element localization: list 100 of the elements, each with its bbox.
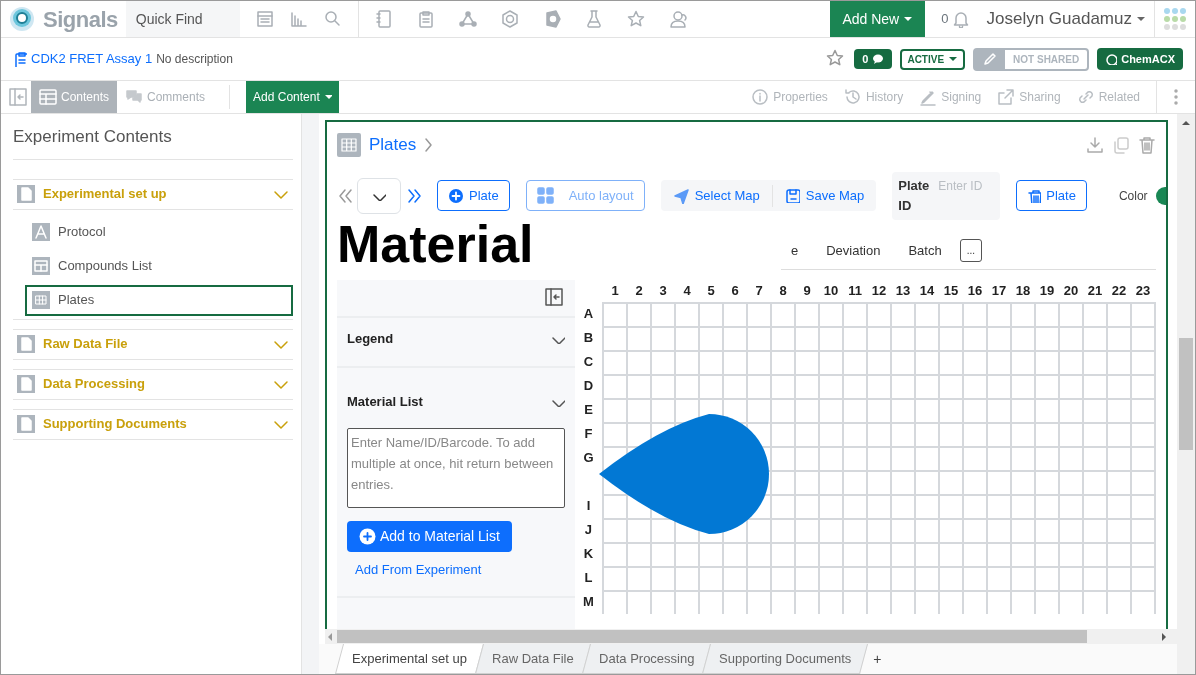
column-label: 18 [1014, 281, 1032, 300]
chevron-right-icon [424, 136, 434, 153]
apps-grid-icon[interactable] [1163, 7, 1187, 31]
add-plate-button[interactable]: Plate [437, 179, 510, 212]
plate-id-label: Plate ID [898, 176, 931, 215]
document-icon [17, 185, 35, 203]
hexagon-icon[interactable] [500, 10, 519, 28]
sidebar-item[interactable]: Compounds List [25, 250, 293, 282]
add-new-button[interactable]: Add New [830, 1, 926, 37]
dashboard-icon[interactable] [255, 10, 274, 28]
document-icon [17, 415, 35, 433]
quick-find-field[interactable]: Quick Find [125, 1, 240, 37]
sidebar-item[interactable]: Protocol [25, 216, 293, 248]
section-header[interactable]: Raw Data File [13, 329, 293, 359]
share-icon [997, 88, 1016, 106]
plate-dropdown[interactable] [357, 177, 401, 214]
search-icon[interactable] [323, 10, 342, 28]
column-label: 9 [802, 281, 812, 300]
panel-toggle-icon[interactable] [9, 88, 27, 106]
material-input[interactable]: Enter Name/ID/Barcode. To add multiple at once, hit return between entries. [347, 427, 565, 508]
plus-circle-icon [359, 528, 376, 545]
info-icon [751, 88, 770, 106]
four-squares-icon [536, 187, 554, 204]
scroll-up-icon[interactable] [1181, 118, 1191, 128]
more-tabs-button[interactable]: ... [959, 239, 983, 263]
user-menu[interactable]: Joselyn Guadamuz [986, 1, 1154, 37]
well-grid[interactable] [601, 301, 1156, 614]
accordion-title: Legend [347, 329, 394, 348]
logo-text: Signals [43, 5, 118, 34]
download-icon[interactable] [1086, 135, 1104, 154]
row-label: A [582, 304, 595, 323]
trash-icon[interactable] [1138, 135, 1156, 154]
row-label: C [582, 352, 595, 371]
column-label: 7 [754, 281, 764, 300]
plate-tab[interactable]: Batch [898, 237, 952, 265]
save-map-button[interactable]: Save Map [772, 179, 877, 212]
bell-icon[interactable] [952, 10, 971, 28]
history-icon [843, 88, 862, 106]
column-label: 19 [1038, 281, 1056, 300]
select-map-button[interactable]: Select Map [660, 179, 772, 212]
row-label: F [583, 424, 594, 443]
flask-icon[interactable] [584, 10, 603, 28]
column-label: 5 [706, 281, 716, 300]
bar-chart-icon[interactable] [289, 10, 308, 28]
copy-icon[interactable] [1112, 135, 1130, 154]
section-title: Experimental set up [43, 185, 168, 204]
add-to-material-list-button[interactable]: Add to Material List [347, 521, 512, 552]
delete-plate-button[interactable]: Plate [1016, 179, 1087, 212]
sheet-tab[interactable]: Supporting Documents [701, 644, 869, 674]
accordion-header[interactable]: Legend [347, 317, 565, 360]
star-icon[interactable] [626, 10, 645, 28]
double-chevron-left-icon[interactable] [337, 187, 353, 204]
column-label: 6 [730, 281, 740, 300]
item-label: Protocol [58, 223, 106, 242]
section-header[interactable]: Data Processing [13, 369, 293, 399]
plate-tab[interactable]: Deviation [816, 237, 891, 265]
scrollbar-thumb[interactable] [1179, 338, 1193, 450]
users-icon[interactable] [668, 10, 687, 28]
plates-title[interactable]: Plates [369, 132, 417, 158]
plate-id-input[interactable]: Enter ID [938, 175, 995, 196]
row-label: J [583, 520, 594, 539]
sheet-tab[interactable]: Raw Data File [474, 644, 591, 674]
section-title: Data Processing [43, 375, 146, 394]
scroll-right-icon[interactable] [1159, 631, 1169, 642]
grid-icon [32, 291, 50, 309]
section-header[interactable]: Experimental set up [13, 179, 293, 209]
notebook-icon[interactable] [374, 10, 393, 28]
comments-button[interactable]: 0 [854, 48, 893, 70]
notification-count: 0 [941, 10, 949, 29]
scrollbar-thumb[interactable] [337, 630, 1087, 643]
status-dropdown[interactable]: ACTIVE [900, 48, 966, 70]
row-label: L [583, 568, 594, 587]
letter-a-icon [32, 223, 50, 241]
clipboard-icon[interactable] [416, 10, 435, 28]
add-from-experiment-link[interactable]: Add From Experiment [355, 560, 482, 580]
trash-icon [1027, 188, 1042, 203]
accordion-title: Material List [347, 392, 423, 411]
row-label: D [582, 376, 595, 395]
experiment-title[interactable]: CDK2 FRET Assay 1 [31, 49, 153, 69]
section-header[interactable]: Supporting Documents [13, 409, 293, 439]
column-label: 17 [990, 281, 1008, 300]
link-icon [1076, 88, 1095, 106]
column-label: 15 [942, 281, 960, 300]
caret-icon [1136, 15, 1146, 23]
row-label: B [582, 328, 595, 347]
more-menu-icon[interactable] [1173, 88, 1179, 106]
double-chevron-right-icon[interactable] [405, 187, 421, 204]
pencil-icon [982, 51, 999, 67]
column-label: 23 [1134, 281, 1152, 300]
column-label: 13 [894, 281, 912, 300]
accordion-header[interactable]: Material List [347, 375, 565, 428]
add-content-button[interactable]: Add Content [246, 81, 339, 113]
chevron-icon [273, 418, 289, 430]
chemacx-search-button[interactable]: ChemACX [1097, 47, 1183, 71]
sheet-tab[interactable]: Experimental set up [335, 644, 484, 674]
sheet-tab[interactable]: Data Processing [581, 644, 711, 674]
plate-tab[interactable]: e [781, 237, 809, 265]
sidebar-item[interactable]: Plates [25, 284, 293, 316]
collapse-panel-icon[interactable] [545, 287, 563, 306]
node-graph-icon[interactable] [458, 10, 477, 28]
